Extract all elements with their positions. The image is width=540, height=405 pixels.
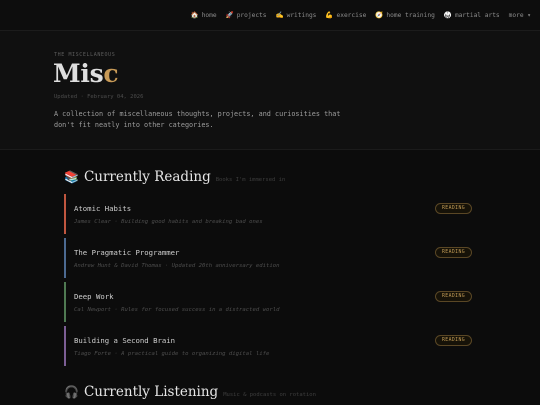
- headphones-icon: 🎧: [64, 385, 79, 399]
- book-item[interactable]: Deep Work Cal Newport · Rules for focuse…: [64, 282, 484, 322]
- page-title: Misc: [53, 59, 119, 88]
- reading-list: Atomic Habits James Clear · Building goo…: [64, 194, 484, 370]
- nav-item-label: home training: [386, 11, 435, 19]
- book-title: The Pragmatic Programmer: [74, 248, 180, 257]
- nav-item-writings[interactable]: ✍️ writings: [276, 12, 317, 19]
- status-badge: READING: [435, 335, 473, 346]
- books-icon: 📚: [64, 170, 79, 184]
- nav-item-label: projects: [236, 11, 267, 19]
- listening-section-title: Currently Listening: [83, 384, 219, 400]
- book-accent-bar: [64, 238, 66, 278]
- page-header: THE MISCELLANEOUS Misc Updated · Februar…: [0, 31, 540, 150]
- book-meta: James Clear · Building good habits and b…: [74, 219, 263, 225]
- nav-more-dropdown[interactable]: more ▾: [509, 12, 531, 19]
- nav-item-home[interactable]: 🏠 home: [191, 12, 217, 19]
- book-meta: Andrew Hunt & David Thomas · Updated 20t…: [74, 263, 280, 269]
- book-accent-bar: [64, 282, 66, 322]
- status-badge: READING: [435, 203, 473, 214]
- book-item[interactable]: Atomic Habits James Clear · Building goo…: [64, 194, 484, 234]
- listening-section-header: 🎧 Currently Listening Music & podcasts o…: [64, 384, 316, 400]
- nav-item-label: home: [201, 11, 217, 19]
- book-title: Deep Work: [74, 292, 114, 301]
- compass-icon: 🧭: [375, 10, 384, 19]
- nav-item-label: writings: [286, 11, 317, 19]
- book-item[interactable]: The Pragmatic Programmer Andrew Hunt & D…: [64, 238, 484, 278]
- nav-item-home-training[interactable]: 🧭 home training: [375, 12, 435, 19]
- house-icon: 🏠: [190, 10, 199, 19]
- flexed-bicep-icon: 💪: [325, 10, 334, 19]
- listening-section-subtitle: Music & podcasts on rotation: [223, 392, 316, 398]
- book-meta: Tiago Forte · A practical guide to organ…: [74, 351, 270, 357]
- page-title-accent: c: [103, 59, 119, 88]
- reading-section-title: Currently Reading: [83, 169, 211, 185]
- book-accent-bar: [64, 326, 66, 366]
- page-title-main: Mis: [53, 59, 104, 88]
- nav-item-label: martial arts: [454, 11, 500, 19]
- updated-date: Updated · February 04, 2026: [54, 94, 144, 100]
- rocket-icon: 🚀: [225, 10, 234, 19]
- martial-arts-uniform-icon: 🥋: [443, 10, 452, 19]
- book-accent-bar: [64, 194, 66, 234]
- nav-item-label: exercise: [336, 11, 367, 19]
- status-badge: READING: [435, 247, 473, 258]
- nav-item-exercise[interactable]: 💪 exercise: [325, 12, 366, 19]
- book-item[interactable]: Building a Second Brain Tiago Forte · A …: [64, 326, 484, 366]
- nav-item-martial-arts[interactable]: 🥋 martial arts: [444, 12, 500, 19]
- writing-hand-icon: ✍️: [275, 10, 284, 19]
- reading-section-subtitle: Books I'm immersed in: [215, 177, 286, 183]
- status-badge: READING: [435, 291, 473, 302]
- book-meta: Cal Newport · Rules for focused success …: [74, 307, 280, 313]
- book-title: Atomic Habits: [74, 204, 132, 213]
- top-nav: 🏠 home 🚀 projects ✍️ writings 💪 exercise…: [0, 0, 540, 31]
- reading-section-header: 📚 Currently Reading Books I'm immersed i…: [64, 169, 285, 185]
- page-intro: A collection of miscellaneous thoughts, …: [54, 110, 341, 129]
- page-eyebrow: THE MISCELLANEOUS: [54, 52, 116, 58]
- nav-item-projects[interactable]: 🚀 projects: [226, 12, 267, 19]
- book-title: Building a Second Brain: [74, 336, 176, 345]
